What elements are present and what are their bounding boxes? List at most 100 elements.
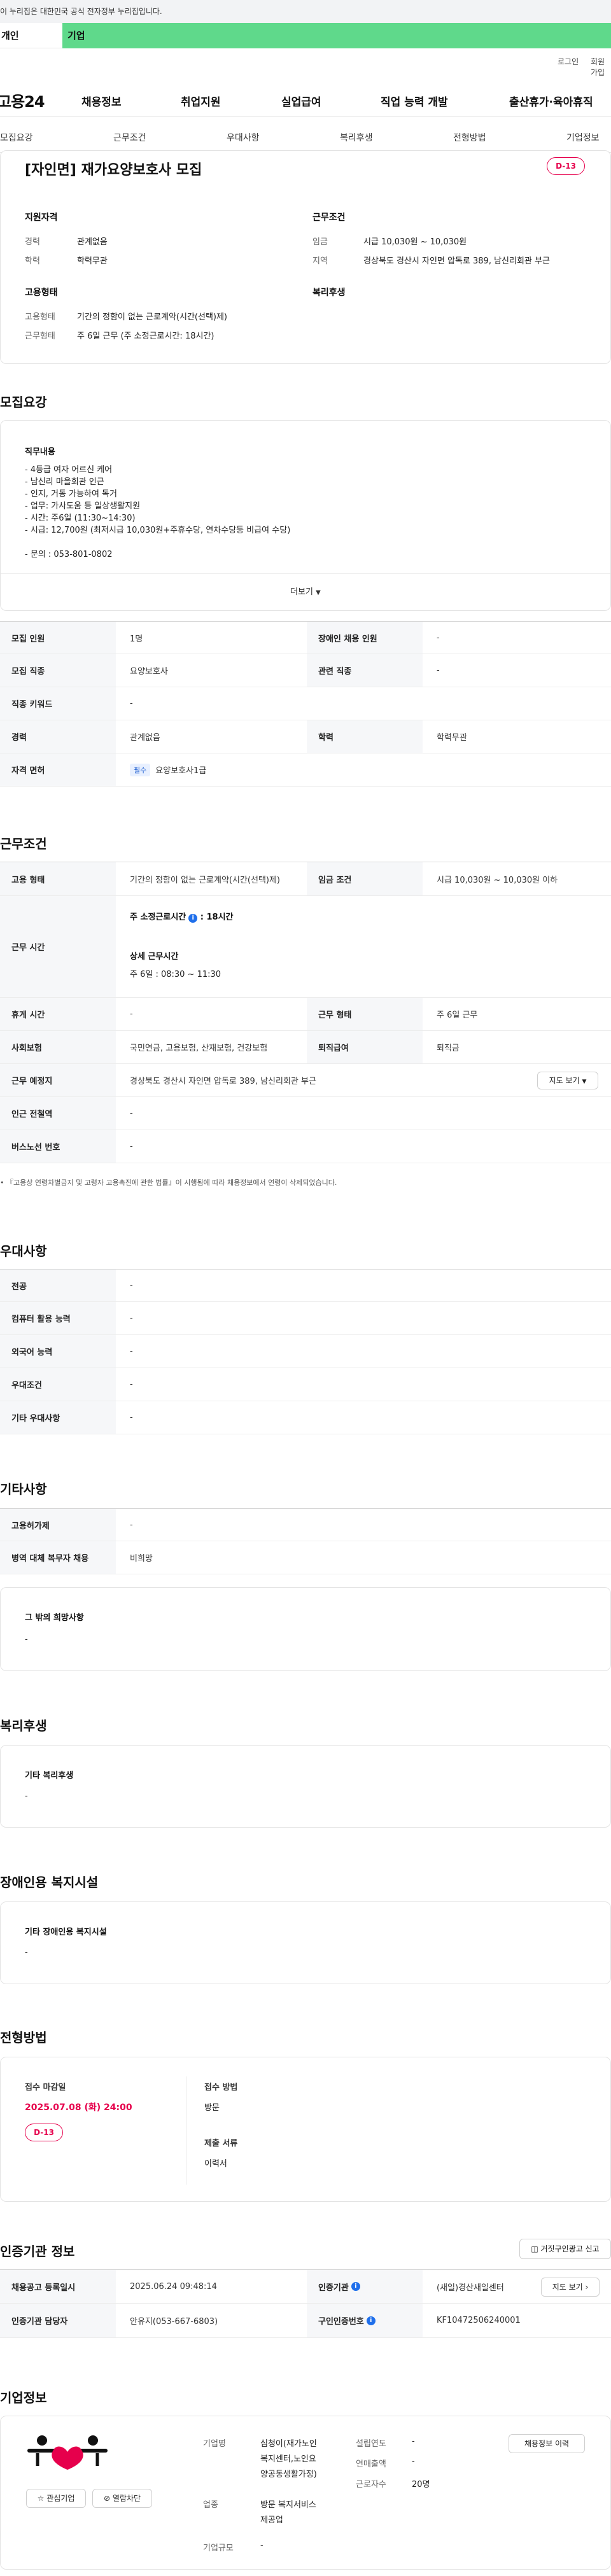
nav-unemployment-benefit[interactable]: 실업급여: [281, 93, 321, 109]
info-icon[interactable]: i: [366, 2316, 376, 2325]
etc-section-title: 기타사항: [0, 1481, 47, 1497]
benefits-heading: 복리후생: [313, 288, 346, 298]
more-button[interactable]: 더보기 ▼: [1, 573, 610, 610]
table-row: 고용 형태 기간의 정함이 없는 근로계약(시간(선택)제) 임금 조건 시급 …: [0, 862, 611, 896]
row-label: 근무 예정지: [0, 1064, 116, 1096]
employees-label: 근로자수: [356, 2480, 386, 2489]
education-label: 학력: [25, 256, 40, 266]
table-row: 인근 전철역 -: [0, 1097, 611, 1130]
wage-label: 임금: [313, 237, 328, 247]
map-view-label: 지도 보기: [549, 1076, 580, 1085]
row-value: 경상북도 경산시 자인면 압독로 389, 남신리회관 부근: [130, 1077, 316, 1086]
row-label: 임금 조건: [307, 862, 423, 895]
anchor-process[interactable]: 전형방법: [453, 131, 486, 144]
company-size-value: -: [260, 2541, 263, 2551]
company-name-line: 양공동생활가정): [260, 2470, 317, 2479]
table-row: 우대조건 -: [0, 1368, 611, 1401]
duty-line: - 시간: 주6일 (11:30~14:30): [25, 514, 136, 523]
cert-map-button[interactable]: 지도 보기 ›: [541, 2278, 600, 2297]
welfare-box-title: 기타 복리후생: [25, 1771, 74, 1781]
method-label: 접수 방법: [204, 2083, 238, 2092]
disability-section-title: 장애인용 복지시설: [0, 1875, 99, 1890]
company-section-title: 기업정보: [0, 2390, 47, 2405]
company-card: ☆ 관심기업 ⊘ 열람차단 기업명 심청이(재가노인 복지센터,노인요 양공동생…: [0, 2416, 611, 2570]
wage-value: 시급 10,030원 ~ 10,030원: [363, 237, 467, 247]
job-summary-card: [자인면] 재가요양보호사 모집 D-13 지원자격 경력 관계없음 학력 학력…: [0, 150, 611, 364]
row-value: -: [130, 1413, 133, 1422]
revenue-value: -: [412, 2457, 415, 2467]
age-notice: • 『고용상 연령차별금지 및 고령자 고용촉진에 관한 법률』이 시행됨에 따…: [0, 1179, 337, 1187]
favorite-company-button[interactable]: ☆ 관심기업: [26, 2489, 86, 2508]
nav-jobs[interactable]: 채용정보: [81, 93, 122, 109]
anchor-recruit[interactable]: 모집요강: [0, 131, 33, 144]
row-value: 학력무관: [437, 733, 467, 743]
info-icon[interactable]: i: [351, 2282, 360, 2291]
deadline-label: 접수 마감일: [25, 2083, 66, 2092]
row-value: -: [130, 1109, 133, 1118]
table-row: 모집 직종 요양보호사 관련 직종 -: [0, 654, 611, 687]
anchor-preferences[interactable]: 우대사항: [227, 131, 260, 144]
emp-type-label: 고용형태: [25, 312, 55, 322]
hiring-history-label: 채용정보 이력: [524, 2439, 570, 2448]
education-value: 학력무관: [77, 256, 108, 266]
tab-personal[interactable]: 개인: [0, 23, 62, 48]
duty-title: 직무내용: [25, 447, 55, 457]
work-type-label: 근무형태: [25, 332, 55, 341]
report-false-ad-button[interactable]: ◫ 거짓구인광고 신고: [519, 2239, 611, 2259]
row-label: 모집 직종: [0, 654, 116, 687]
login-link[interactable]: 로그인: [558, 56, 579, 67]
docs-value: 이력서: [204, 2159, 227, 2169]
row-value: -: [437, 633, 440, 643]
chevron-right-icon: ›: [585, 2283, 589, 2292]
welfare-card: 기타 복리후생 -: [0, 1745, 611, 1828]
detail-hours-value: 주 6일 : 08:30 ~ 11:30: [130, 970, 221, 979]
welfare-box-value: -: [25, 1791, 28, 1801]
founded-value: -: [412, 2437, 415, 2446]
other-wishes-card: 그 밖의 희망사항 -: [0, 1587, 611, 1671]
table-row: 기타 우대사항 -: [0, 1401, 611, 1434]
table-row: 직종 키워드 -: [0, 687, 611, 720]
chevron-down-icon: ▼: [582, 1079, 587, 1085]
row-label: 채용공고 등록일시: [0, 2270, 116, 2303]
deadline-dday-badge: D-13: [25, 2124, 63, 2141]
anchor-work-conditions[interactable]: 근무조건: [113, 131, 146, 144]
hiring-history-button[interactable]: 채용정보 이력: [509, 2434, 585, 2453]
row-label: 구인인증번호 i: [307, 2304, 423, 2337]
row-value: -: [130, 1280, 133, 1291]
row-label: 병역 대체 복무자 채용: [0, 1541, 116, 1574]
nav-skill-development[interactable]: 직업 능력 개발: [381, 93, 448, 109]
site-logo[interactable]: 고용24: [0, 89, 45, 111]
other-wishes-title: 그 밖의 희망사항: [25, 1613, 84, 1623]
recruit-section-title: 모집요강: [0, 395, 47, 410]
favorite-label: 관심기업: [46, 2494, 75, 2503]
job-title: [자인면] 재가요양보호사 모집: [25, 162, 202, 178]
gov-banner-text: 이 누리집은 대한민국 공식 전자정부 누리집입니다.: [0, 7, 162, 16]
table-row: 컴퓨터 활용 능력 -: [0, 1302, 611, 1335]
disability-box-title: 기타 장애인용 복지시설: [25, 1928, 107, 1937]
row-label: 인증기관 담당자: [0, 2304, 116, 2337]
row-label: 학력: [307, 720, 423, 753]
row-value: KF10472506240001: [437, 2316, 521, 2325]
table-row: 모집 인원 1명 장애인 채용 인원 -: [0, 621, 611, 654]
row-label: 인근 전철역: [0, 1097, 116, 1130]
age-notice-text: 『고용상 연령차별금지 및 고령자 고용촉진에 관한 법률』이 시행됨에 따라 …: [6, 1179, 337, 1187]
row-value: 1명: [130, 634, 143, 644]
table-row: 외국어 능력 -: [0, 1335, 611, 1368]
divider: [186, 2076, 187, 2185]
region-value: 경상북도 경산시 자인면 압독로 389, 남신리회관 부근: [363, 256, 550, 266]
company-size-label: 기업규모: [203, 2544, 234, 2553]
info-icon[interactable]: i: [188, 914, 198, 923]
row-value: -: [130, 1009, 133, 1019]
anchor-company[interactable]: 기업정보: [566, 131, 600, 144]
nav-parental-leave[interactable]: 출산휴가·육아휴직: [509, 93, 593, 109]
map-view-button[interactable]: 지도 보기 ▼: [537, 1072, 598, 1089]
duty-line: [25, 536, 290, 549]
industry-line: 제공업: [260, 2516, 283, 2525]
nav-employment-support[interactable]: 취업지원: [181, 93, 221, 109]
anchor-welfare[interactable]: 복리후생: [340, 131, 373, 144]
tab-company[interactable]: 기업: [62, 23, 611, 48]
table-row: 경력 관계없음 학력 학력무관: [0, 720, 611, 753]
block-company-button[interactable]: ⊘ 열람차단: [92, 2489, 152, 2508]
signup-link[interactable]: 회원가입: [591, 56, 611, 78]
section-anchor-tabs: 모집요강 근무조건 우대사항 복리후생 전형방법 기업정보: [0, 122, 611, 153]
